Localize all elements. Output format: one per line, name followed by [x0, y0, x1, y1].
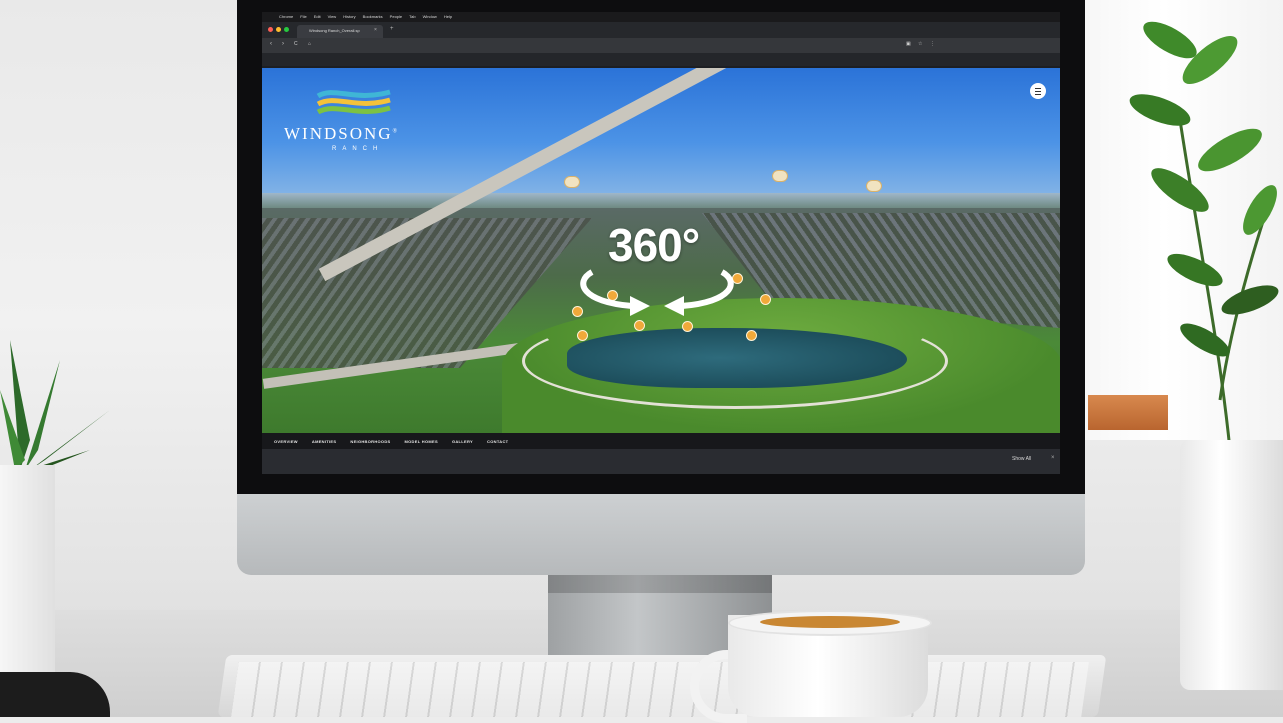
menu-edit[interactable]: Edit — [314, 12, 321, 22]
windsong-wave-logo — [316, 89, 391, 115]
hamburger-menu-icon[interactable] — [1030, 83, 1046, 99]
tab-title: Windsong Ranch_Overall.sp — [309, 28, 360, 33]
plant-pot-left — [0, 465, 55, 675]
home-icon[interactable]: ⌂ — [308, 41, 311, 47]
menu-help[interactable]: Help — [444, 12, 452, 22]
nav-model-homes[interactable]: MODEL HOMES — [405, 439, 438, 444]
map-pin-icon[interactable] — [682, 321, 693, 332]
360-arrows-icon — [580, 269, 734, 316]
nav-neighborhoods[interactable]: NEIGHBORHOODS — [350, 439, 390, 444]
extension-icon[interactable]: ▣ — [906, 41, 911, 47]
star-icon[interactable]: ☆ — [918, 41, 922, 47]
show-all-button[interactable]: Show All — [1012, 456, 1031, 462]
nav-amenities[interactable]: AMENITIES — [312, 439, 336, 444]
plant-pot-right — [1180, 440, 1283, 690]
coffee — [760, 616, 900, 628]
browser-tab[interactable]: Windsong Ranch_Overall.sp × — [297, 25, 383, 38]
windsong-logo[interactable]: WINDSONG® RANCH — [280, 86, 420, 166]
logo-subtitle: RANCH — [332, 146, 384, 152]
map-pin-icon[interactable] — [760, 294, 771, 305]
tab-close-icon[interactable]: × — [374, 27, 377, 33]
maximize-window-icon[interactable] — [284, 27, 289, 32]
downloads-bar: Show All × — [262, 449, 1060, 474]
reload-button[interactable]: C — [294, 41, 298, 47]
menu-view[interactable]: View — [328, 12, 337, 22]
nav-overview[interactable]: OVERVIEW — [274, 439, 298, 444]
panorama-view[interactable]: WINDSONG® RANCH 360° — [262, 68, 1060, 433]
back-button[interactable]: ‹ — [270, 41, 272, 47]
menu-chrome[interactable]: Chrome — [279, 12, 293, 22]
beacon-icon[interactable] — [866, 180, 882, 192]
forward-button[interactable]: › — [282, 41, 284, 47]
close-icon[interactable]: × — [1051, 455, 1055, 461]
menu-window[interactable]: Window — [423, 12, 437, 22]
dark-object — [0, 672, 110, 717]
screen: Chrome File Edit View History Bookmarks … — [262, 12, 1060, 474]
menu-people[interactable]: People — [390, 12, 402, 22]
plant-left — [0, 340, 110, 470]
tab-strip: Windsong Ranch_Overall.sp × + — [262, 22, 1060, 38]
pond — [567, 328, 907, 388]
site-nav: OVERVIEW AMENITIES NEIGHBORHOODS MODEL H… — [262, 433, 1060, 449]
minimize-window-icon[interactable] — [276, 27, 281, 32]
360-badge[interactable]: 360° — [572, 218, 742, 318]
map-pin-icon[interactable] — [746, 330, 757, 341]
menu-bookmarks[interactable]: Bookmarks — [363, 12, 383, 22]
menu-history[interactable]: History — [343, 12, 355, 22]
new-tab-button[interactable]: + — [390, 26, 394, 32]
map-pin-icon[interactable] — [634, 320, 645, 331]
keyboard-keys — [231, 662, 1089, 717]
nav-contact[interactable]: CONTACT — [487, 439, 508, 444]
beacon-icon[interactable] — [772, 170, 788, 182]
menu-tab[interactable]: Tab — [409, 12, 415, 22]
nav-gallery[interactable]: GALLERY — [452, 439, 473, 444]
plant-right — [1129, 21, 1279, 451]
map-pin-icon[interactable] — [577, 330, 588, 341]
page-header-strip — [262, 53, 1060, 66]
mac-menubar: Chrome File Edit View History Bookmarks … — [262, 12, 1060, 22]
monitor-chin — [237, 494, 1085, 575]
beacon-icon[interactable] — [564, 176, 580, 188]
close-window-icon[interactable] — [268, 27, 273, 32]
logo-wordmark: WINDSONG® — [284, 124, 400, 143]
menu-file[interactable]: File — [300, 12, 306, 22]
browser-toolbar: ‹ › C ⌂ ▣ ☆ ⋮ — [262, 38, 1060, 53]
menu-dots-icon[interactable]: ⋮ — [930, 41, 935, 47]
